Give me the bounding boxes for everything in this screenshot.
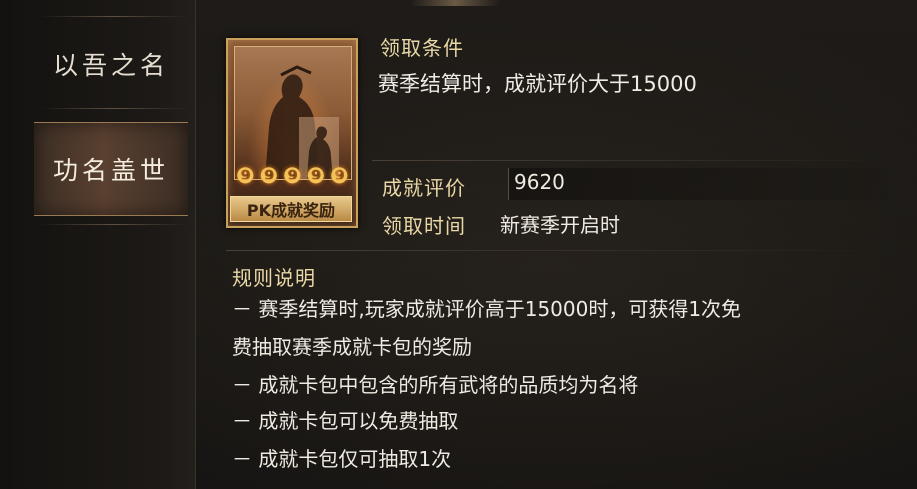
sidebar-divider — [40, 16, 188, 17]
sidebar-divider — [40, 224, 188, 225]
flame-rating: ❾ ❾ ❾ ❾ ❾ — [236, 166, 349, 188]
time-label: 领取时间 — [382, 214, 466, 238]
flame-icon: ❾ — [259, 164, 279, 189]
main-content: ❾ ❾ ❾ ❾ ❾ PK成就奖励 领取条件 赛季结算时，成就评价大于15000 … — [196, 0, 917, 489]
sidebar-item-label: 以吾之名 — [52, 51, 169, 80]
card-art — [234, 46, 352, 180]
rule-line: － 成就卡包中包含的所有武将的品质均为名将 — [232, 373, 639, 397]
sidebar-item-gongminggaishi[interactable]: 功名盖世 — [34, 122, 188, 216]
time-value: 新赛季开启时 — [500, 213, 620, 237]
condition-text: 赛季结算时，成就评价大于15000 — [378, 72, 697, 96]
flame-icon: ❾ — [236, 164, 255, 189]
rule-line: － 成就卡包可以免费抽取 — [232, 409, 459, 433]
divider — [372, 160, 892, 161]
sidebar-divider — [40, 108, 188, 109]
rules-title: 规则说明 — [232, 266, 316, 290]
rule-line: － 成就卡包仅可抽取1次 — [232, 447, 452, 471]
score-label: 成就评价 — [382, 176, 466, 200]
flame-icon: ❾ — [330, 164, 349, 189]
rule-line: － 赛季结算时,玩家成就评价高于15000时，可获得1次免 — [232, 297, 742, 321]
divider — [226, 250, 886, 251]
rule-line: 费抽取赛季成就卡包的奖励 — [232, 335, 472, 359]
score-value: 9620 — [514, 170, 565, 194]
sidebar-item-yiwuzhiming[interactable]: 以吾之名 — [34, 20, 188, 108]
score-value-box — [508, 168, 889, 200]
flame-icon: ❾ — [283, 164, 302, 189]
sidebar: 以吾之名 功名盖世 — [0, 0, 196, 489]
sidebar-item-label: 功名盖世 — [52, 156, 169, 185]
warrior-silhouette-icon — [265, 65, 339, 179]
condition-title: 领取条件 — [380, 36, 464, 60]
reward-card[interactable]: ❾ ❾ ❾ ❾ ❾ PK成就奖励 — [226, 38, 358, 228]
flame-icon: ❾ — [306, 164, 326, 189]
card-label: PK成就奖励 — [230, 196, 352, 222]
